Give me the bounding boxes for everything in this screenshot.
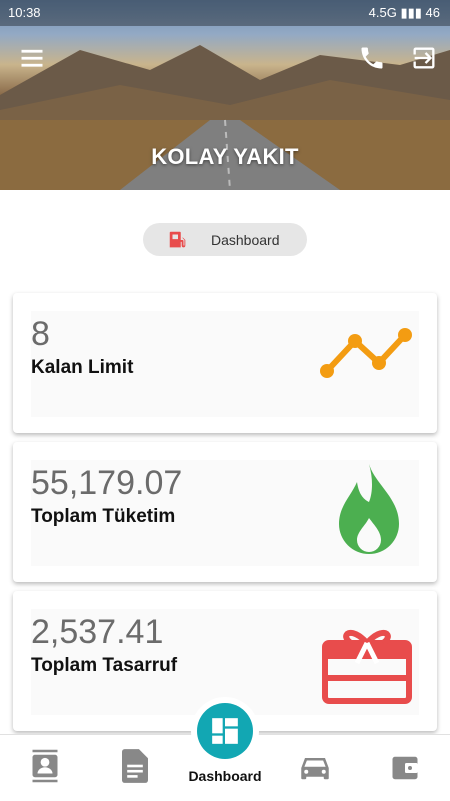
flame-icon [339,464,399,554]
phone-icon[interactable] [358,44,386,72]
card-toplam-tuketim[interactable]: 55,179.07 Toplam Tüketim [13,442,437,582]
wallet-icon[interactable] [390,753,420,783]
dashboard-nav-label[interactable]: Dashboard [175,768,275,784]
dashboard-nav-button[interactable] [197,703,253,759]
battery-level: 46 [425,5,440,20]
card-label: Toplam Tasarruf [31,655,178,676]
trend-line-icon [320,328,412,378]
fuel-pump-icon [169,231,186,248]
card-value: 2,537.41 [31,613,164,651]
card-value: 55,179.07 [31,464,183,502]
exit-icon[interactable] [410,44,438,72]
network-label: 4.5G [368,5,397,20]
status-time: 10:38 [8,5,41,20]
card-label: Toplam Tüketim [31,506,176,527]
card-value: 8 [31,315,50,353]
menu-icon[interactable] [18,44,46,72]
section-label: Dashboard [211,232,280,248]
status-bar: 10:38 4.5G ▮▮▮ 46 [0,0,450,26]
dashboard-icon [212,718,238,744]
section-pill: Dashboard [143,223,307,256]
card-kalan-limit[interactable]: 8 Kalan Limit [13,293,437,433]
header-banner: 10:38 4.5G ▮▮▮ 46 KOLAY YAKIT [0,0,450,190]
app-title: KOLAY YAKIT [151,144,299,169]
contacts-icon[interactable] [30,749,60,783]
gift-card-icon [322,629,412,704]
document-icon[interactable] [122,749,148,783]
car-icon[interactable] [300,755,330,781]
status-indicators: 4.5G ▮▮▮ 46 [368,5,440,20]
card-label: Kalan Limit [31,357,134,378]
